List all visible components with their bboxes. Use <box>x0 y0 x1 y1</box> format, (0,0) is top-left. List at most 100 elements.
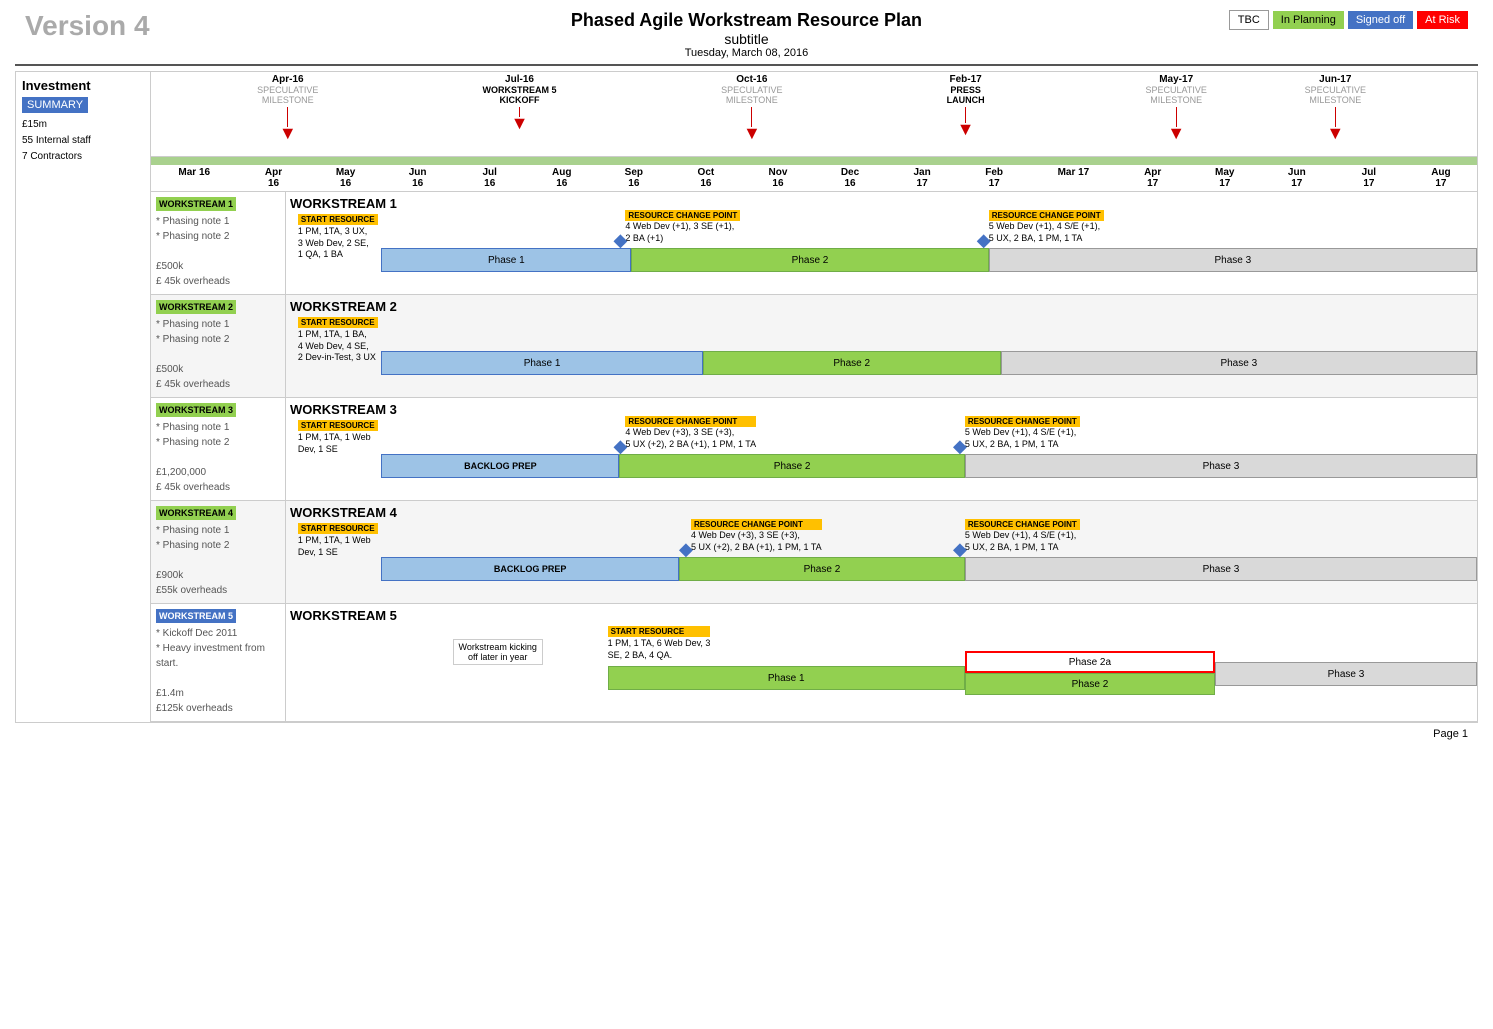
ws3-notes: * Phasing note 1* Phasing note 2£1,200,0… <box>156 420 280 495</box>
ws5-start-resource-label: START RESOURCE <box>608 626 711 637</box>
month-jul17: Jul17 <box>1333 167 1405 189</box>
ws3-phase3: Phase 3 <box>965 454 1477 478</box>
ws2-start-resource-text: 1 PM, 1TA, 1 BA,4 Web Dev, 4 SE,2 Dev-in… <box>298 329 378 364</box>
ws5-phase3: Phase 3 <box>1215 662 1477 686</box>
ws5-content: WORKSTREAM 5 Workstream kickingoff later… <box>286 604 1477 721</box>
version-label: Version 4 <box>25 10 150 42</box>
ws4-start-resource-label: START RESOURCE <box>298 523 378 534</box>
investment-staff: 55 Internal staff <box>22 133 144 149</box>
legend-planning: In Planning <box>1273 11 1344 29</box>
legend-tbc: TBC <box>1229 10 1269 30</box>
month-aug17: Aug17 <box>1405 167 1477 189</box>
ws2-sidebar: WORKSTREAM 2 * Phasing note 1* Phasing n… <box>151 295 286 397</box>
ws3-title: WORKSTREAM 3 <box>290 402 1473 417</box>
ws2-title: WORKSTREAM 2 <box>290 299 1473 314</box>
ws1-sidebar: WORKSTREAM 1 * Phasing note 1* Phasing n… <box>151 192 286 294</box>
ws3-phase2: Phase 2 <box>619 454 964 478</box>
ws3-cp2-label: RESOURCE CHANGE POINT <box>965 416 1080 427</box>
month-mar17: Mar 17 <box>1030 167 1116 189</box>
month-may17: May17 <box>1189 167 1261 189</box>
investment-label: Investment <box>22 78 144 93</box>
ws4-cp2-text: 5 Web Dev (+1), 4 S/E (+1),5 UX, 2 BA, 1… <box>965 530 1080 553</box>
ws4-label: WORKSTREAM 4 <box>156 506 236 520</box>
investment-contractors: 7 Contractors <box>22 149 144 165</box>
timeline-area: Apr-16 SPECULATIVE MILESTONE ▼ Jul-16 WO… <box>151 72 1477 722</box>
milestone-jul16: Jul-16 WORKSTREAM 5 KICKOFF ▼ <box>483 74 557 134</box>
ws4-start-resource-text: 1 PM, 1TA, 1 WebDev, 1 SE <box>298 535 378 558</box>
ws3-cp1-label: RESOURCE CHANGE POINT <box>625 416 756 427</box>
ws5-title: WORKSTREAM 5 <box>290 608 1473 623</box>
ws5-phase2a: Phase 2a <box>965 651 1215 673</box>
ws1-notes: * Phasing note 1* Phasing note 2£500k£ 4… <box>156 214 280 289</box>
ws2-phase2: Phase 2 <box>703 351 1001 375</box>
header: Version 4 Phased Agile Workstream Resour… <box>15 10 1478 59</box>
ws3-start-resource: START RESOURCE 1 PM, 1TA, 1 WebDev, 1 SE <box>298 420 378 455</box>
ws5-phase2: Phase 2 <box>965 673 1215 695</box>
month-aug16: Aug16 <box>526 167 598 189</box>
ws1-start-resource: START RESOURCE 1 PM, 1TA, 3 UX,3 Web Dev… <box>298 214 378 261</box>
ws2-phase3: Phase 3 <box>1001 351 1477 375</box>
summary-badge: SUMMARY <box>22 97 88 113</box>
month-jun17: Jun17 <box>1261 167 1333 189</box>
ws1-cp2-label: RESOURCE CHANGE POINT <box>989 210 1104 221</box>
milestone-oct16: Oct-16 SPECULATIVE MILESTONE ▼ <box>721 74 782 144</box>
ws3-start-resource-text: 1 PM, 1TA, 1 WebDev, 1 SE <box>298 432 378 455</box>
milestone-may17: May-17 SPECULATIVE MILESTONE ▼ <box>1146 74 1207 144</box>
ws2-content: WORKSTREAM 2 START RESOURCE 1 PM, 1TA, 1… <box>286 295 1477 397</box>
ws4-cp2-label: RESOURCE CHANGE POINT <box>965 519 1080 530</box>
ws2-phase1: Phase 1 <box>381 351 703 375</box>
subtitle: subtitle <box>15 31 1478 47</box>
ws3-start-resource-label: START RESOURCE <box>298 420 378 431</box>
ws1-cp1-text: 4 Web Dev (+1), 3 SE (+1),2 BA (+1) <box>625 221 740 244</box>
month-jul16: Jul16 <box>454 167 526 189</box>
month-may16: May16 <box>310 167 382 189</box>
ws4-change-point-2: RESOURCE CHANGE POINT 5 Web Dev (+1), 4 … <box>965 519 1080 553</box>
page-number: Page 1 <box>15 723 1478 745</box>
ws2-row: WORKSTREAM 2 * Phasing note 1* Phasing n… <box>151 295 1477 398</box>
date: Tuesday, March 08, 2016 <box>15 47 1478 59</box>
ws4-backlog: BACKLOG PREP <box>381 557 679 581</box>
month-jan17: Jan17 <box>886 167 958 189</box>
ws5-label: WORKSTREAM 5 <box>156 609 236 623</box>
month-nov16: Nov16 <box>742 167 814 189</box>
investment-sidebar: Investment SUMMARY £15m 55 Internal staf… <box>16 72 151 722</box>
month-apr16: Apr16 <box>237 167 309 189</box>
ws5-row: WORKSTREAM 5 * Kickoff Dec 2011* Heavy i… <box>151 604 1477 722</box>
month-oct16: Oct16 <box>670 167 742 189</box>
timeline-bar <box>151 157 1477 165</box>
milestone-jun17: Jun-17 SPECULATIVE MILESTONE ▼ <box>1305 74 1366 144</box>
milestones-row: Apr-16 SPECULATIVE MILESTONE ▼ Jul-16 WO… <box>151 72 1477 157</box>
ws5-phase1: Phase 1 <box>608 666 965 690</box>
ws2-notes: * Phasing note 1* Phasing note 2£500k£ 4… <box>156 317 280 392</box>
ws3-change-point-2: RESOURCE CHANGE POINT 5 Web Dev (+1), 4 … <box>965 416 1080 450</box>
ws1-title: WORKSTREAM 1 <box>290 196 1473 211</box>
investment-amount: £15m <box>22 117 144 133</box>
ws3-cp2-text: 5 Web Dev (+1), 4 S/E (+1),5 UX, 2 BA, 1… <box>965 427 1080 450</box>
ws4-row: WORKSTREAM 4 * Phasing note 1* Phasing n… <box>151 501 1477 604</box>
ws4-cp1-text: 4 Web Dev (+3), 3 SE (+3),5 UX (+2), 2 B… <box>691 530 822 553</box>
ws2-start-resource-label: START RESOURCE <box>298 317 378 328</box>
ws5-start-resource-text: 1 PM, 1 TA, 6 Web Dev, 3SE, 2 BA, 4 QA. <box>608 638 711 661</box>
ws1-start-resource-text: 1 PM, 1TA, 3 UX,3 Web Dev, 2 SE,1 QA, 1 … <box>298 226 378 261</box>
month-dec16: Dec16 <box>814 167 886 189</box>
months-row: Mar 16 Apr16 May16 Jun16 Jul16 Aug16 Sep… <box>151 165 1477 192</box>
ws5-notes: * Kickoff Dec 2011* Heavy investment fro… <box>156 626 280 716</box>
ws1-cp1-label: RESOURCE CHANGE POINT <box>625 210 740 221</box>
milestone-apr16: Apr-16 SPECULATIVE MILESTONE ▼ <box>257 74 318 144</box>
ws3-row: WORKSTREAM 3 * Phasing note 1* Phasing n… <box>151 398 1477 501</box>
ws4-change-point-1: RESOURCE CHANGE POINT 4 Web Dev (+3), 3 … <box>691 519 822 553</box>
month-apr17: Apr17 <box>1117 167 1189 189</box>
ws4-cp1-label: RESOURCE CHANGE POINT <box>691 519 822 530</box>
ws3-label: WORKSTREAM 3 <box>156 403 236 417</box>
ws3-sidebar: WORKSTREAM 3 * Phasing note 1* Phasing n… <box>151 398 286 500</box>
ws4-content: WORKSTREAM 4 START RESOURCE 1 PM, 1TA, 1… <box>286 501 1477 603</box>
ws4-title: WORKSTREAM 4 <box>290 505 1473 520</box>
ws2-start-resource: START RESOURCE 1 PM, 1TA, 1 BA,4 Web Dev… <box>298 317 378 364</box>
ws1-phase1: Phase 1 <box>381 248 631 272</box>
milestone-feb17: Feb-17 PRESS LAUNCH ▼ <box>947 74 985 140</box>
ws5-sidebar: WORKSTREAM 5 * Kickoff Dec 2011* Heavy i… <box>151 604 286 721</box>
ws1-change-point-1: RESOURCE CHANGE POINT 4 Web Dev (+1), 3 … <box>625 210 740 244</box>
ws4-start-resource: START RESOURCE 1 PM, 1TA, 1 WebDev, 1 SE <box>298 523 378 558</box>
month-mar16: Mar 16 <box>151 167 237 189</box>
ws1-start-resource-label: START RESOURCE <box>298 214 378 225</box>
